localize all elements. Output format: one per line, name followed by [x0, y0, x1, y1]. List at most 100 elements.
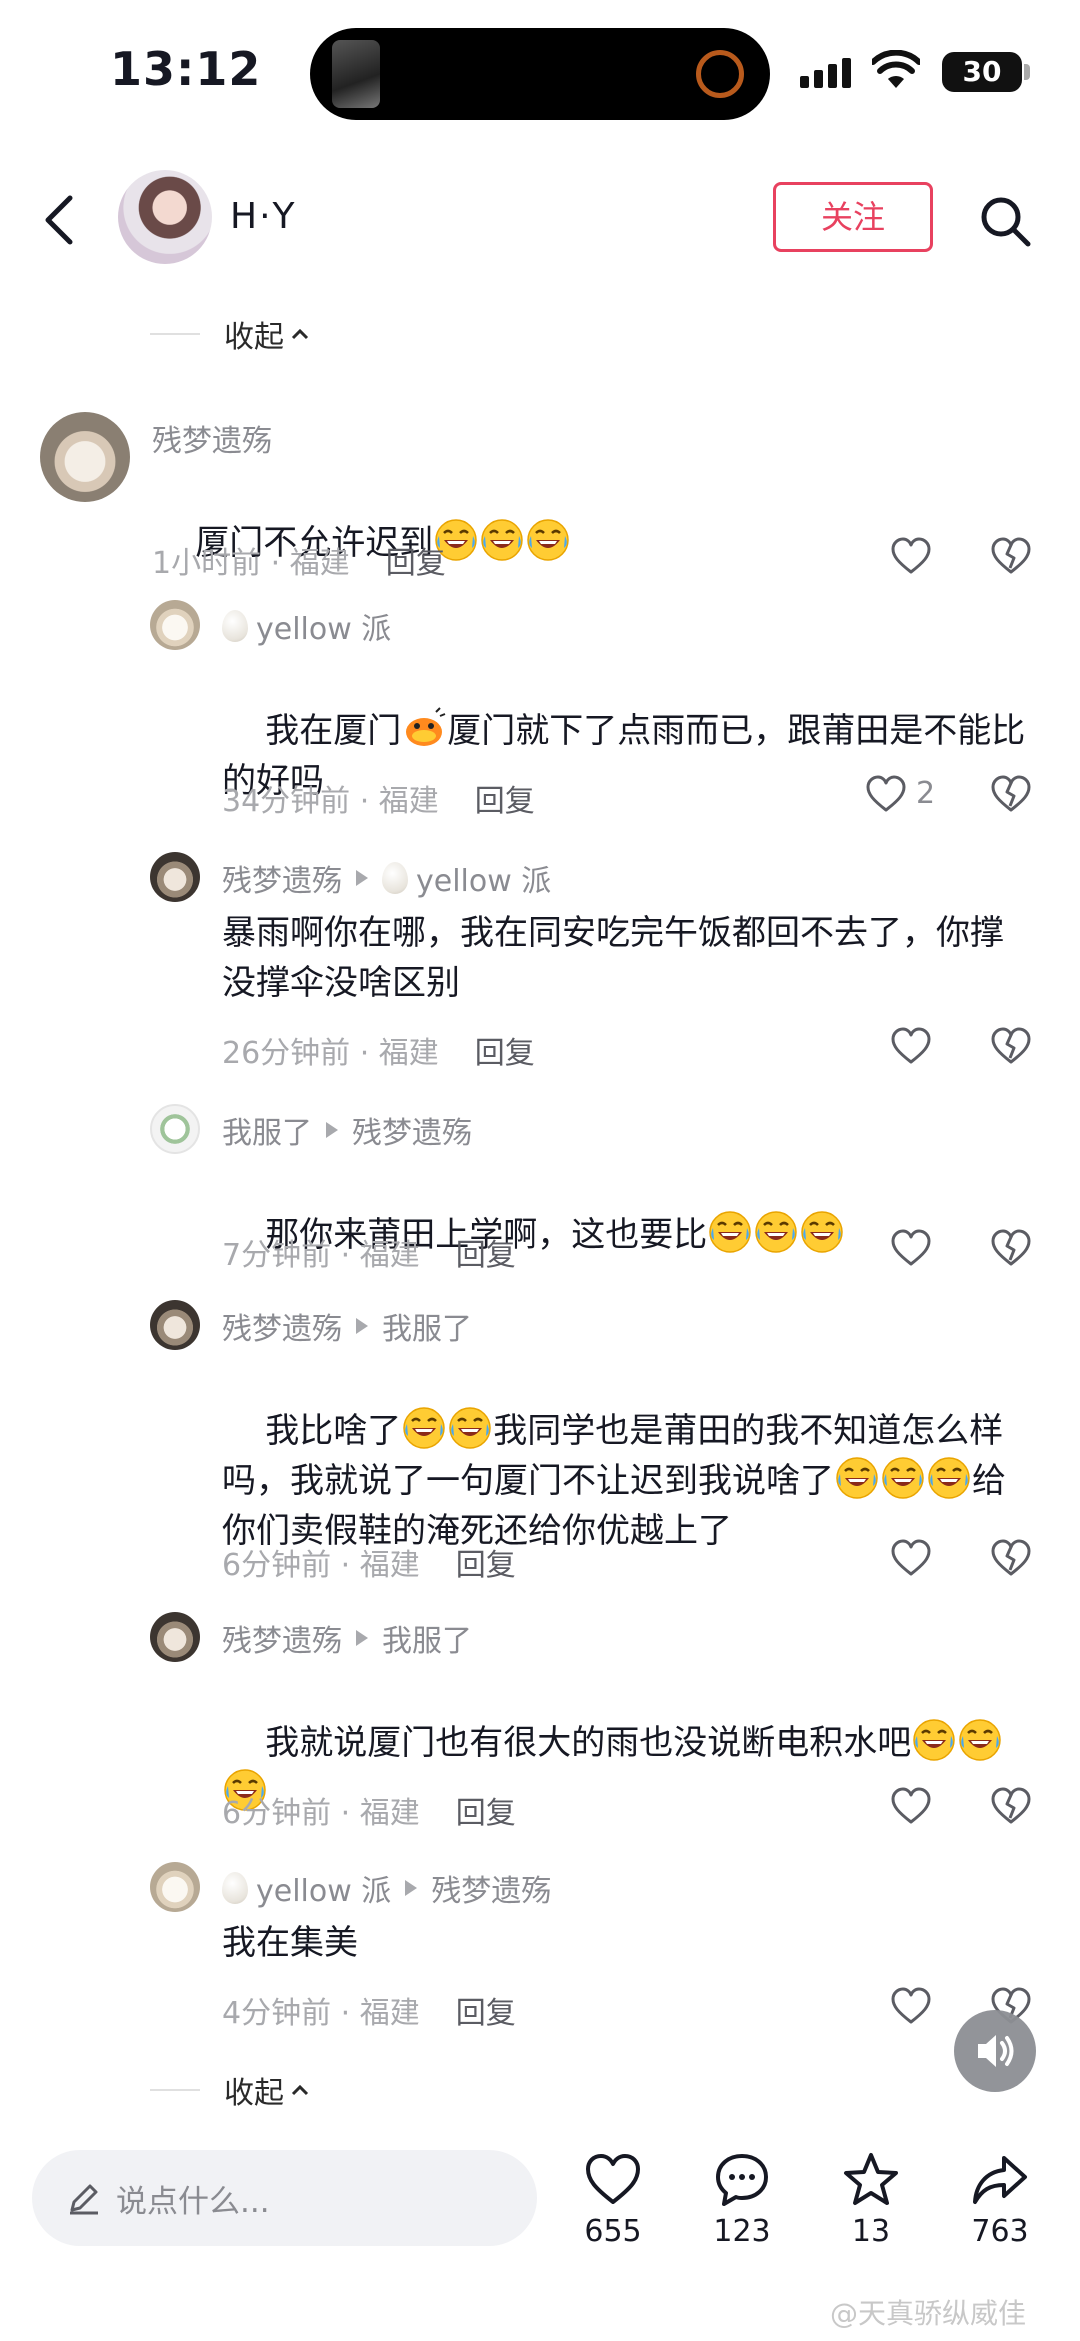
cellular-signal-icon — [800, 58, 856, 88]
like-heart-icon[interactable] — [890, 1228, 932, 1268]
time-location: 7分钟前 · 福建 — [222, 1238, 420, 1273]
bottom-action-bar: 说点什么... 655 123 13 763 — [0, 2130, 1080, 2280]
status-time: 13:12 — [110, 42, 262, 96]
commenter-name[interactable]: 残梦遗殇 我服了 — [222, 1616, 472, 1660]
comment-meta: 7分钟前 · 福建 回复 — [222, 1230, 516, 1274]
commenter-avatar[interactable] — [150, 1104, 200, 1154]
time-location: 34分钟前 · 福建 — [222, 784, 439, 819]
share-count: 763 — [971, 2214, 1029, 2249]
comment-input[interactable]: 说点什么... — [32, 2150, 537, 2246]
commenter-avatar[interactable] — [150, 1300, 200, 1350]
commenter-avatar[interactable] — [40, 412, 130, 502]
author-name[interactable]: H·Y — [230, 196, 297, 237]
favorite-button[interactable]: 13 — [826, 2150, 916, 2249]
comment-count: 123 — [713, 2214, 771, 2249]
reply-button[interactable]: 回复 — [456, 1788, 516, 1832]
like-heart-icon[interactable] — [890, 1986, 932, 2026]
commenter-avatar[interactable] — [150, 1612, 200, 1662]
comment-text: 我在厦门 厦门就下了点雨而已，跟莆田是不能比的好吗 — [222, 656, 1032, 856]
author-avatar[interactable] — [118, 170, 212, 264]
comment-button[interactable]: 123 — [697, 2150, 787, 2249]
reply-button[interactable]: 回复 — [475, 1028, 535, 1072]
wifi-icon — [872, 50, 920, 88]
author-label: 残梦遗殇 — [222, 1624, 342, 1659]
reply-arrow-icon — [356, 1318, 368, 1334]
dynamic-island[interactable] — [310, 28, 770, 120]
comment-meta: 4分钟前 · 福建 回复 — [222, 1988, 516, 2032]
battery-tip — [1024, 64, 1030, 80]
time-location: 6分钟前 · 福建 — [222, 1796, 420, 1831]
search-icon[interactable] — [978, 194, 1032, 248]
laughing-crying-emoji-icon — [835, 1456, 879, 1500]
dislike-heart-icon[interactable] — [990, 774, 1032, 814]
like-heart-icon[interactable] — [890, 1026, 932, 1066]
egg-emoji-icon — [382, 862, 408, 894]
share-button[interactable]: 763 — [955, 2150, 1045, 2249]
input-placeholder: 说点什么... — [116, 2183, 270, 2220]
comment-body-a: 我比啥了 — [265, 1411, 402, 1451]
reply-arrow-icon — [356, 1630, 368, 1646]
dislike-heart-icon[interactable] — [990, 1538, 1032, 1578]
commenter-name[interactable]: 残梦遗殇 — [152, 416, 272, 460]
dislike-heart-icon[interactable] — [990, 1228, 1032, 1268]
laughing-crying-emoji-icon — [881, 1456, 925, 1500]
author-label: 我服了 — [222, 1116, 312, 1151]
commenter-name[interactable]: yellow 派 残梦遗殇 — [222, 1866, 551, 1910]
now-playing-thumbnail — [332, 40, 380, 108]
author-label: yellow 派 — [256, 612, 392, 647]
chevron-up-icon — [291, 328, 309, 340]
dislike-heart-icon[interactable] — [990, 536, 1032, 576]
comment-text: 暴雨啊你在哪，我在同安吃完午饭都回不去了，你撑没撑伞没啥区别 — [222, 913, 1004, 1003]
egg-emoji-icon — [222, 610, 248, 642]
reply-to-label: 残梦遗殇 — [431, 1874, 552, 1909]
favorite-count: 13 — [851, 2214, 891, 2249]
comment-meta: 1小时前 · 福建 回复 — [152, 538, 446, 582]
time-location: 1小时前 · 福建 — [152, 546, 350, 581]
reply-button[interactable]: 回复 — [456, 1988, 516, 2032]
like-button[interactable]: 655 — [568, 2150, 658, 2249]
collapse-replies-button[interactable]: 收起 — [150, 312, 310, 356]
like-heart-icon[interactable] — [890, 1538, 932, 1578]
egg-emoji-icon — [222, 1872, 248, 1904]
sound-toggle-button[interactable] — [954, 2010, 1036, 2092]
reply-button[interactable]: 回复 — [456, 1230, 516, 1274]
star-icon — [844, 2153, 898, 2205]
time-location: 6分钟前 · 福建 — [222, 1548, 420, 1583]
commenter-name[interactable]: 残梦遗殇 yellow 派 — [222, 856, 551, 900]
laughing-crying-emoji-icon — [800, 1210, 844, 1254]
collapse-label: 收起 — [224, 320, 284, 355]
comment-meta: 34分钟前 · 福建 回复 — [222, 776, 535, 820]
commenter-name[interactable]: 残梦遗殇 我服了 — [222, 1304, 472, 1348]
laughing-crying-emoji-icon — [958, 1718, 1002, 1762]
commenter-avatar[interactable] — [150, 852, 200, 902]
battery-indicator: 30 — [942, 52, 1022, 92]
laughing-crying-emoji-icon — [912, 1718, 956, 1762]
laughing-crying-emoji-icon — [402, 1406, 446, 1450]
reply-button[interactable]: 回复 — [386, 538, 446, 582]
reply-button[interactable]: 回复 — [456, 1540, 516, 1584]
like-heart-icon[interactable] — [865, 774, 907, 814]
commenter-avatar[interactable] — [150, 1862, 200, 1912]
commenter-name[interactable]: yellow 派 — [222, 604, 391, 648]
commenter-avatar[interactable] — [150, 600, 200, 650]
speaker-icon — [978, 2035, 1014, 2067]
reply-to-label: 我服了 — [382, 1624, 472, 1659]
comment-bubble-icon — [716, 2154, 768, 2206]
activity-ring-icon — [696, 50, 744, 98]
comment-body: 我就说厦门也有很大的雨也没说断电积水吧 — [265, 1723, 912, 1763]
collapse-label: 收起 — [224, 2076, 284, 2111]
like-heart-icon[interactable] — [890, 536, 932, 576]
collapse-replies-button[interactable]: 收起 — [150, 2068, 310, 2112]
comment-meta: 6分钟前 · 福建 回复 — [222, 1540, 516, 1584]
laughing-crying-emoji-icon — [526, 518, 570, 562]
reply-button[interactable]: 回复 — [475, 776, 535, 820]
pencil-icon — [70, 2184, 98, 2215]
follow-button[interactable]: 关注 — [773, 182, 933, 252]
dislike-heart-icon[interactable] — [990, 1026, 1032, 1066]
back-arrow-icon[interactable] — [36, 194, 84, 246]
commenter-name[interactable]: 我服了 残梦遗殇 — [222, 1108, 472, 1152]
like-heart-icon[interactable] — [890, 1786, 932, 1826]
dislike-heart-icon[interactable] — [990, 1786, 1032, 1826]
laughing-crying-emoji-icon — [754, 1210, 798, 1254]
comment-meta: 26分钟前 · 福建 回复 — [222, 1028, 535, 1072]
